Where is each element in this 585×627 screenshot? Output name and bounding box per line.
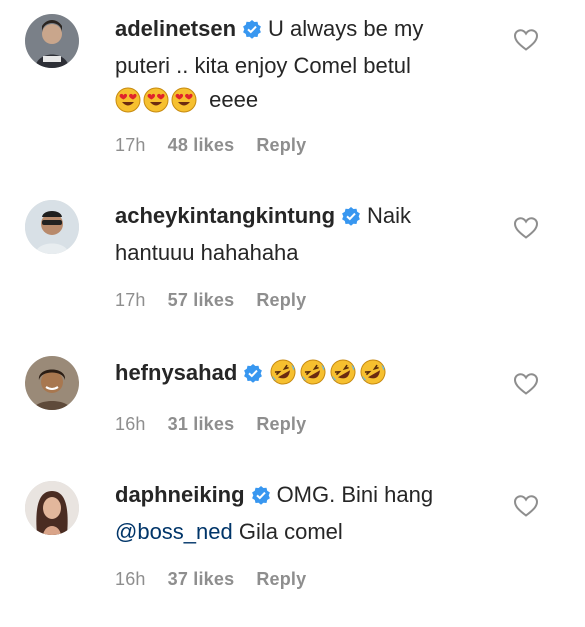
mention-link[interactable]: @boss_ned — [115, 519, 233, 544]
rolling-laughing-emoji-icon — [329, 358, 357, 396]
reply-button[interactable]: Reply — [256, 135, 306, 155]
comment-time[interactable]: 16h — [115, 414, 146, 434]
verified-badge-icon — [251, 481, 271, 515]
comment-body: adelinetsen U always be my puteri .. kita… — [115, 12, 465, 123]
comment-meta: 16h 37 likes Reply — [115, 569, 328, 590]
comment-body: hefnysahad — [115, 356, 465, 396]
comment-meta: 17h 48 likes Reply — [115, 135, 328, 156]
comments-list: adelinetsen U always be my puteri .. kita… — [0, 0, 585, 627]
comment-text-suffix: eeee — [209, 87, 259, 112]
comment-meta: 17h 57 likes Reply — [115, 290, 328, 311]
comment-time[interactable]: 17h — [115, 135, 146, 155]
comment-meta: 16h 31 likes Reply — [115, 414, 328, 435]
rolling-laughing-emoji-icon — [269, 358, 297, 396]
rolling-laughing-emoji-icon — [299, 358, 327, 396]
comment-time[interactable]: 17h — [115, 290, 146, 310]
comment-text: OMG. Bini hang — [276, 482, 434, 507]
comment-likes[interactable]: 48 likes — [168, 135, 235, 155]
heart-outline-icon[interactable] — [513, 28, 539, 52]
verified-badge-icon — [242, 15, 262, 49]
comment-likes[interactable]: 57 likes — [168, 290, 235, 310]
comment-time[interactable]: 16h — [115, 569, 146, 589]
heart-outline-icon[interactable] — [513, 216, 539, 240]
avatar[interactable] — [25, 356, 79, 410]
comment-username[interactable]: daphneiking — [115, 482, 245, 507]
comment-username[interactable]: hefnysahad — [115, 360, 237, 385]
verified-badge-icon — [341, 202, 361, 236]
comment-username[interactable]: acheykintangkintung — [115, 203, 335, 228]
comment-body: acheykintangkintung Naik hantuuu hahahaha — [115, 199, 465, 270]
heart-eyes-emoji-icon — [171, 87, 197, 123]
heart-outline-icon[interactable] — [513, 372, 539, 396]
avatar[interactable] — [25, 14, 79, 68]
reply-button[interactable]: Reply — [256, 290, 306, 310]
rolling-laughing-emoji-icon — [359, 358, 387, 396]
heart-outline-icon[interactable] — [513, 494, 539, 518]
reply-button[interactable]: Reply — [256, 569, 306, 589]
heart-eyes-emoji-icon — [143, 87, 169, 123]
comment-likes[interactable]: 37 likes — [168, 569, 235, 589]
verified-badge-icon — [243, 359, 263, 393]
comment-username[interactable]: adelinetsen — [115, 16, 236, 41]
avatar[interactable] — [25, 200, 79, 254]
avatar[interactable] — [25, 481, 79, 535]
reply-button[interactable]: Reply — [256, 414, 306, 434]
heart-eyes-emoji-icon — [115, 87, 141, 123]
comment-body: daphneiking OMG. Bini hang @boss_ned Gila… — [115, 478, 465, 549]
comment-text-suffix: Gila comel — [238, 519, 343, 544]
comment-likes[interactable]: 31 likes — [168, 414, 235, 434]
